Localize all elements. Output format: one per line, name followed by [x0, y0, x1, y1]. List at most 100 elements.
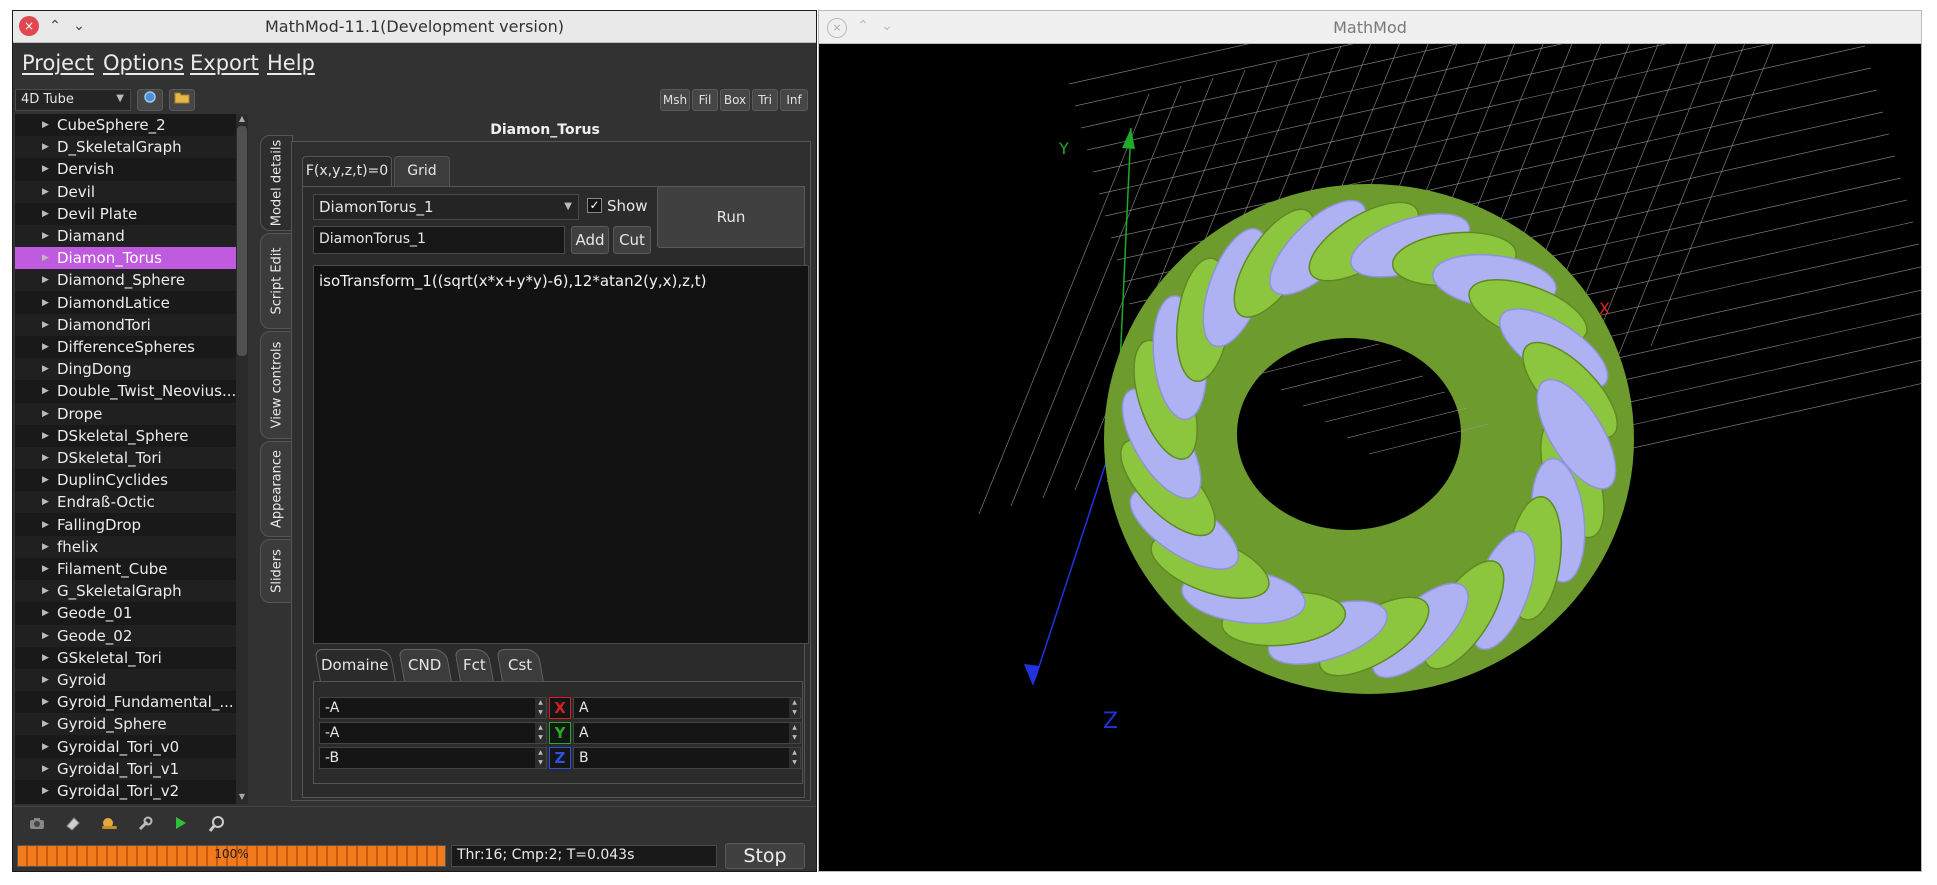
list-item[interactable]: ▶ Geode_02 — [15, 624, 238, 647]
spin-arrows-icon[interactable]: ▲ ▼ — [535, 723, 546, 743]
mesh-button[interactable]: Msh — [660, 89, 690, 111]
list-item[interactable]: ▶ Double_Twist_Neovius... — [15, 380, 238, 402]
expand-arrow-icon[interactable]: ▶ — [42, 203, 49, 225]
list-item[interactable]: ▶ Gyroid_Fundamental_... — [15, 691, 238, 713]
list-item[interactable]: ▶ DSkeletal_Sphere — [15, 425, 238, 447]
spin-arrows-icon[interactable]: ▲ ▼ — [789, 698, 800, 718]
list-item[interactable]: ▶ Drope — [15, 402, 238, 425]
domain-min-field[interactable]: -A ▲ ▼ — [319, 697, 547, 719]
list-item[interactable]: ▶ Geode_01 — [15, 602, 238, 624]
expand-arrow-icon[interactable]: ▶ — [42, 558, 49, 580]
list-item[interactable]: ▶ fhelix — [15, 535, 238, 558]
tab-fxyzt[interactable]: F(x,y,z,t)=0 — [302, 156, 392, 186]
expand-arrow-icon[interactable]: ▶ — [42, 358, 49, 380]
expand-arrow-icon[interactable]: ▶ — [42, 691, 49, 713]
scroll-down-icon[interactable]: ▼ — [236, 792, 248, 804]
show-checkbox[interactable]: ✓ — [587, 198, 602, 213]
expand-arrow-icon[interactable]: ▶ — [42, 780, 49, 802]
model-list-scrollbar[interactable]: ▲ ▼ — [236, 114, 248, 804]
component-select[interactable]: DiamonTorus_1 ▼ — [313, 194, 579, 220]
stop-button[interactable]: Stop — [725, 843, 805, 869]
list-item[interactable]: ▶ CubeSphere_2 — [15, 114, 238, 136]
list-item[interactable]: ▶ G_SkeletalGraph — [15, 580, 238, 603]
list-item[interactable]: ▶ DuplinCyclides — [15, 469, 238, 491]
list-item[interactable]: ▶ Dervish — [15, 158, 238, 180]
domain-max-field[interactable]: A ▲ ▼ — [573, 697, 801, 719]
formula-editor[interactable]: isoTransform_1((sqrt(x*x+y*y)-6),12*atan… — [313, 265, 809, 644]
list-item[interactable]: ▶ Diamon_Torus — [15, 247, 238, 270]
list-item[interactable]: ▶ Diamond_Sphere — [15, 269, 238, 292]
expand-arrow-icon[interactable]: ▶ — [42, 580, 49, 602]
domain-max-field[interactable]: A ▲ ▼ — [573, 722, 801, 744]
spin-arrows-icon[interactable]: ▲ ▼ — [535, 748, 546, 768]
list-item[interactable]: ▶ DSkeletal_Tori — [15, 447, 238, 469]
menu-help[interactable]: Help — [267, 51, 315, 75]
list-item[interactable]: ▶ DifferenceSpheres — [15, 336, 238, 358]
list-item[interactable]: ▶ Endraß-Octic — [15, 491, 238, 514]
torus-render[interactable]: Y X Z — [819, 11, 1922, 872]
menu-options[interactable]: Options — [103, 51, 184, 75]
expand-arrow-icon[interactable]: ▶ — [42, 292, 49, 314]
scroll-up-icon[interactable]: ▲ — [236, 114, 248, 126]
list-item[interactable]: ▶ Gyroidal_Tori_v2 — [15, 780, 238, 802]
cut-button[interactable]: Cut — [613, 226, 651, 254]
expand-arrow-icon[interactable]: ▶ — [42, 647, 49, 669]
snail-icon[interactable] — [97, 815, 121, 835]
info-button[interactable]: Inf — [780, 89, 808, 111]
expand-arrow-icon[interactable]: ▶ — [42, 536, 49, 558]
wrench-icon[interactable] — [133, 815, 157, 835]
tab-cst[interactable]: Cst — [496, 649, 544, 681]
list-item[interactable]: ▶ Gyroidal_Tori_v0 — [15, 736, 238, 758]
expand-arrow-icon[interactable]: ▶ — [42, 269, 49, 291]
list-item[interactable]: ▶ D_SkeletalGraph — [15, 136, 238, 159]
list-item[interactable]: ▶ Devil — [15, 180, 238, 203]
expand-arrow-icon[interactable]: ▶ — [42, 114, 49, 136]
add-button[interactable]: Add — [571, 226, 609, 254]
expand-arrow-icon[interactable]: ▶ — [42, 403, 49, 425]
expand-arrow-icon[interactable]: ▶ — [42, 625, 49, 647]
expand-arrow-icon[interactable]: ▶ — [42, 758, 49, 780]
component-name-field[interactable]: DiamonTorus_1 — [313, 226, 565, 254]
domain-min-field[interactable]: -B ▲ ▼ — [319, 747, 547, 769]
list-item[interactable]: ▶ Filament_Cube — [15, 558, 238, 580]
list-item[interactable]: ▶ Devil Plate — [15, 203, 238, 225]
domain-min-field[interactable]: -A ▲ ▼ — [319, 722, 547, 744]
expand-arrow-icon[interactable]: ▶ — [42, 380, 49, 402]
model-category-select[interactable]: 4D Tube ▼ — [15, 89, 131, 111]
run-button[interactable]: Run — [657, 186, 805, 248]
expand-arrow-icon[interactable]: ▶ — [42, 602, 49, 624]
list-item[interactable]: ▶ Gyroid — [15, 669, 238, 691]
fill-button[interactable]: Fil — [692, 89, 718, 111]
spin-arrows-icon[interactable]: ▲ ▼ — [789, 723, 800, 743]
tab-cnd[interactable]: CND — [398, 649, 452, 681]
eraser-icon[interactable] — [61, 815, 85, 835]
tab-appearance[interactable]: Appearance — [260, 441, 293, 537]
play-icon[interactable] — [169, 815, 193, 835]
scroll-thumb[interactable] — [237, 126, 247, 356]
expand-arrow-icon[interactable]: ▶ — [42, 181, 49, 203]
menu-project[interactable]: Project — [22, 51, 94, 75]
list-item[interactable]: ▶ Gyroid_Sphere — [15, 713, 238, 736]
expand-arrow-icon[interactable]: ▶ — [42, 136, 49, 158]
list-item[interactable]: ▶ Gyroidal_Tori_v1 — [15, 757, 238, 780]
list-item[interactable]: ▶ DiamondTori — [15, 313, 238, 336]
tab-grid[interactable]: Grid — [394, 156, 450, 186]
expand-arrow-icon[interactable]: ▶ — [42, 491, 49, 513]
list-item[interactable]: ▶ FallingDrop — [15, 514, 238, 536]
refresh-button[interactable] — [137, 89, 163, 111]
list-item[interactable]: ▶ Diamand — [15, 225, 238, 247]
spin-arrows-icon[interactable]: ▲ ▼ — [535, 698, 546, 718]
spin-arrows-icon[interactable]: ▲ ▼ — [789, 748, 800, 768]
expand-arrow-icon[interactable]: ▶ — [42, 225, 49, 247]
open-folder-button[interactable] — [169, 89, 195, 111]
tab-sliders[interactable]: Sliders — [260, 539, 293, 603]
list-item[interactable]: ▶ GSkeletal_Tori — [15, 647, 238, 669]
expand-arrow-icon[interactable]: ▶ — [42, 158, 49, 180]
list-item[interactable]: ▶ DiamondLatice — [15, 292, 238, 314]
menu-export[interactable]: Export — [190, 51, 259, 75]
expand-arrow-icon[interactable]: ▶ — [42, 425, 49, 447]
expand-arrow-icon[interactable]: ▶ — [42, 447, 49, 469]
tab-view-controls[interactable]: View controls — [260, 331, 293, 439]
3d-viewport[interactable]: Y X Z — [819, 11, 1922, 872]
expand-arrow-icon[interactable]: ▶ — [42, 669, 49, 691]
